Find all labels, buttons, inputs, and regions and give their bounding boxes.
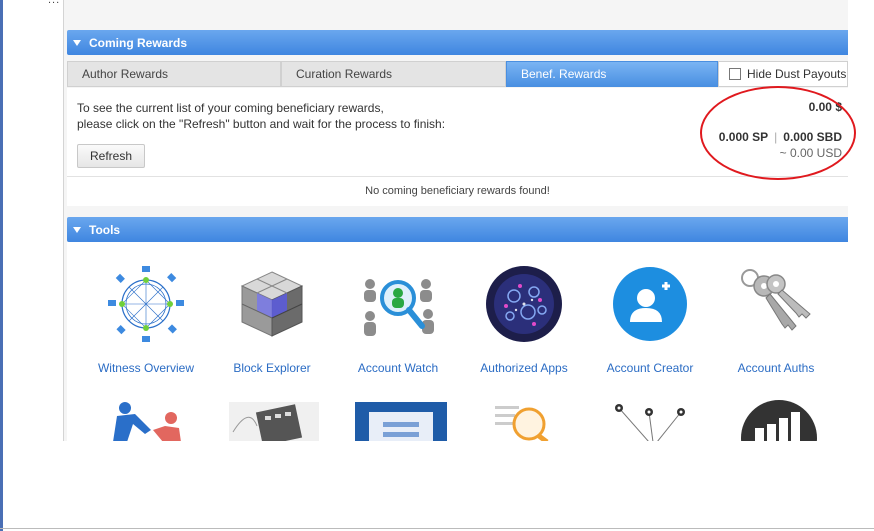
instructions-line-2: please click on the "Refresh" button and… [77, 117, 446, 131]
keys-icon [741, 269, 811, 331]
collapse-arrow-icon [73, 226, 81, 233]
login-window-icon [355, 402, 447, 441]
tab-author-rewards[interactable]: Author Rewards [67, 61, 281, 87]
tool-account-watch[interactable]: Account Watch [336, 264, 460, 375]
tool-row-2-item-5[interactable] [609, 400, 693, 441]
main-content: Coming Rewards Author Rewards Curation R… [64, 0, 848, 441]
ellipsis-text: ... [48, 0, 61, 6]
tool-row-2-item-3[interactable] [355, 402, 447, 441]
tools-panel: Witness Overview Block Explorer Account … [67, 242, 848, 441]
hide-dust-checkbox[interactable] [729, 68, 741, 80]
tool-label: Account Creator [606, 361, 694, 375]
collapse-arrow-icon [73, 39, 81, 46]
globe-apps-icon [486, 266, 562, 342]
tool-row-2-item-1[interactable] [107, 400, 187, 441]
coming-rewards-header[interactable]: Coming Rewards [67, 30, 848, 55]
window-left-border [0, 0, 3, 531]
magnifier-people-icon [364, 279, 434, 336]
coming-rewards-title: Coming Rewards [89, 35, 188, 50]
refresh-button[interactable]: Refresh [77, 144, 145, 168]
tool-account-creator[interactable]: Account Creator [588, 264, 712, 375]
instructions-line-1: To see the current list of your coming b… [77, 101, 384, 115]
hide-dust-label: Hide Dust Payouts [747, 67, 847, 81]
bar-chart-icon [741, 400, 817, 441]
annotation-circle [700, 86, 856, 180]
tool-row-2-item-4[interactable] [485, 400, 565, 441]
magnifier-icon [495, 406, 549, 441]
hide-dust-toggle[interactable]: Hide Dust Payouts [718, 61, 848, 87]
tool-label: Witness Overview [97, 361, 195, 375]
network-pins-icon [615, 404, 685, 441]
tools-header[interactable]: Tools [67, 217, 848, 242]
instructions-text: To see the current list of your coming b… [77, 100, 445, 132]
tool-label: Account Auths [737, 361, 815, 375]
tool-row-2-item-6[interactable] [739, 398, 819, 441]
tool-label: Block Explorer [233, 361, 311, 375]
tool-row-2-item-2[interactable] [229, 402, 319, 441]
rewards-tabs: Author Rewards Curation Rewards Benef. R… [67, 61, 848, 87]
add-user-icon [613, 267, 687, 341]
rewards-divider [67, 176, 848, 177]
tools-title: Tools [89, 222, 121, 237]
tool-witness-overview[interactable]: Witness Overview [84, 264, 208, 375]
tool-label: Account Watch [357, 361, 439, 375]
no-rewards-message: No coming beneficiary rewards found! [365, 185, 550, 197]
network-icon [108, 266, 184, 342]
tool-account-auths[interactable]: Account Auths [714, 264, 838, 375]
tool-authorized-apps[interactable]: Authorized Apps [462, 264, 586, 375]
tab-curation-rewards[interactable]: Curation Rewards [281, 61, 506, 87]
cube-icon [240, 271, 304, 337]
helping-hand-icon [113, 402, 181, 441]
calculator-sketch-icon [232, 404, 303, 441]
tool-label: Authorized Apps [480, 361, 568, 375]
window-bottom-border [0, 528, 874, 529]
tool-block-explorer[interactable]: Block Explorer [210, 264, 334, 375]
tab-benef-rewards[interactable]: Benef. Rewards [506, 61, 718, 87]
